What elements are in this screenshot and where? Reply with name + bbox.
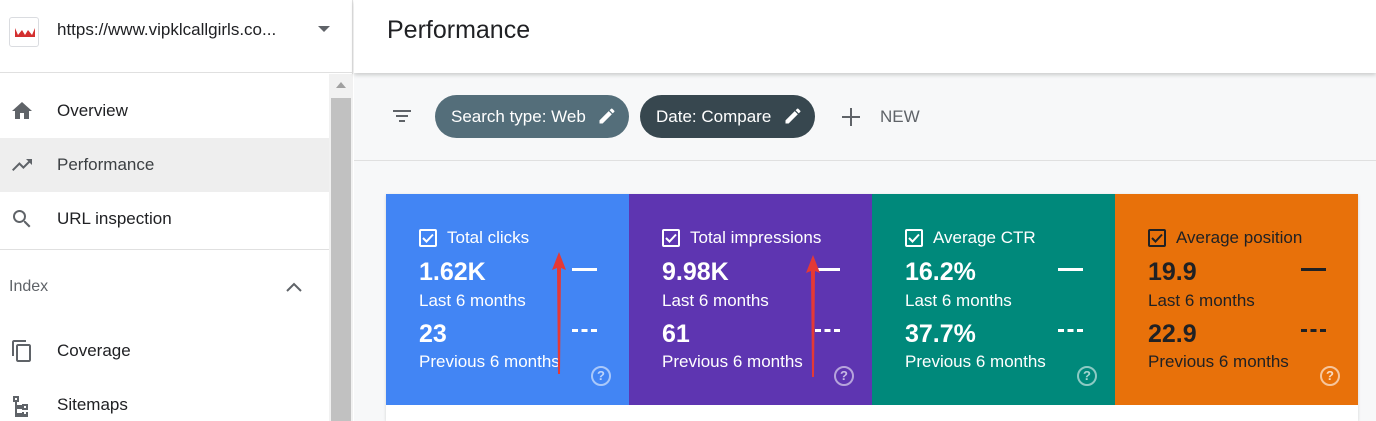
page-title: Performance <box>387 16 531 44</box>
filter-bar: Search type: Web Date: Compare NEW <box>354 73 1376 161</box>
metrics-panel: Total clicks 1.62K Last 6 months 23 Prev… <box>386 194 1358 421</box>
pencil-icon[interactable] <box>597 106 617 131</box>
trending-up-icon <box>10 153 34 177</box>
help-icon[interactable]: ? <box>1320 366 1340 386</box>
metric-title: Total clicks <box>447 228 530 247</box>
metric-title: Total impressions <box>690 228 822 247</box>
sitemap-icon <box>10 393 34 418</box>
metric-current-value: 1.62K <box>419 258 486 286</box>
metric-card-average-position[interactable]: Average position 19.9 Last 6 months 22.9… <box>1115 194 1358 405</box>
help-icon[interactable]: ? <box>591 366 611 386</box>
copy-icon <box>10 339 34 363</box>
checkbox-checked-icon[interactable] <box>419 229 437 247</box>
annotation-arrow-icon <box>552 252 566 374</box>
search-icon <box>10 207 34 231</box>
sidebar-item-label: Coverage <box>57 341 131 360</box>
checkbox-checked-icon[interactable] <box>905 229 923 247</box>
checkbox-checked-icon[interactable] <box>1148 229 1166 247</box>
dashed-line-legend-icon <box>572 329 597 332</box>
sidebar: https://www.vipklcallgirls.co... Overvie… <box>0 0 353 421</box>
header: Performance <box>354 0 1376 73</box>
metric-card-total-clicks[interactable]: Total clicks 1.62K Last 6 months 23 Prev… <box>386 194 629 405</box>
metric-current-period: Last 6 months <box>419 291 526 310</box>
chip-label: Date: Compare <box>656 107 772 126</box>
sidebar-item-url-inspection[interactable]: URL inspection <box>0 192 329 246</box>
sidebar-item-overview[interactable]: Overview <box>0 84 329 138</box>
dashed-line-legend-icon <box>1301 329 1326 332</box>
metric-previous-period: Previous 6 months <box>905 352 1046 371</box>
metric-previous-value: 61 <box>662 320 690 348</box>
date-chip[interactable]: Date: Compare <box>640 95 815 138</box>
metric-card-average-ctr[interactable]: Average CTR 16.2% Last 6 months 37.7% Pr… <box>872 194 1115 405</box>
search-console-app: https://www.vipklcallgirls.co... Overvie… <box>0 0 1376 421</box>
dropdown-caret-icon[interactable] <box>318 26 330 32</box>
solid-line-legend-icon <box>572 268 597 271</box>
metric-title: Average CTR <box>933 228 1036 247</box>
annotation-arrow-icon <box>806 255 820 377</box>
filter-icon[interactable] <box>390 104 414 133</box>
sidebar-scrollbar[interactable] <box>329 74 353 421</box>
property-selector[interactable]: https://www.vipklcallgirls.co... <box>0 0 353 73</box>
sidebar-item-label: URL inspection <box>57 209 172 228</box>
help-icon[interactable]: ? <box>1077 366 1097 386</box>
metric-previous-value: 37.7% <box>905 320 976 348</box>
sidebar-item-sitemaps[interactable]: Sitemaps <box>0 378 329 421</box>
chip-label: Search type: Web <box>451 107 586 126</box>
home-icon <box>10 99 34 123</box>
metric-previous-period: Previous 6 months <box>419 352 560 371</box>
metric-previous-period: Previous 6 months <box>662 352 803 371</box>
metric-current-value: 19.9 <box>1148 258 1197 286</box>
metric-current-period: Last 6 months <box>662 291 769 310</box>
sidebar-item-label: Overview <box>57 101 128 120</box>
sidebar-section-index[interactable]: Index <box>0 250 329 324</box>
dashed-line-legend-icon <box>1058 329 1083 332</box>
section-label: Index <box>9 278 49 295</box>
new-filter-button[interactable]: NEW <box>880 107 920 127</box>
search-type-chip[interactable]: Search type: Web <box>435 95 629 138</box>
solid-line-legend-icon <box>1301 268 1326 271</box>
help-icon[interactable]: ? <box>834 366 854 386</box>
content-area: Total clicks 1.62K Last 6 months 23 Prev… <box>354 161 1376 421</box>
site-favicon-icon <box>9 17 39 47</box>
sidebar-item-coverage[interactable]: Coverage <box>0 324 329 378</box>
metric-current-value: 16.2% <box>905 258 976 286</box>
scrollbar-thumb[interactable] <box>331 98 351 421</box>
sidebar-item-performance[interactable]: Performance <box>0 138 329 192</box>
metric-current-period: Last 6 months <box>905 291 1012 310</box>
metric-previous-value: 22.9 <box>1148 320 1197 348</box>
sidebar-item-label: Sitemaps <box>57 395 128 414</box>
solid-line-legend-icon <box>1058 268 1083 271</box>
sidebar-nav: Overview Performance URL inspection Inde… <box>0 84 329 421</box>
sidebar-item-label: Performance <box>57 155 155 174</box>
property-url: https://www.vipklcallgirls.co... <box>57 20 277 39</box>
chevron-up-icon[interactable] <box>284 280 304 299</box>
plus-icon[interactable] <box>840 106 862 133</box>
metric-current-period: Last 6 months <box>1148 291 1255 310</box>
scroll-up-arrow-icon[interactable] <box>336 82 346 88</box>
metric-current-value: 9.98K <box>662 258 729 286</box>
metric-previous-value: 23 <box>419 320 447 348</box>
metric-card-total-impressions[interactable]: Total impressions 9.98K Last 6 months 61… <box>629 194 872 405</box>
checkbox-checked-icon[interactable] <box>662 229 680 247</box>
metric-title: Average position <box>1176 228 1303 247</box>
metric-previous-period: Previous 6 months <box>1148 352 1289 371</box>
pencil-icon[interactable] <box>783 106 803 131</box>
